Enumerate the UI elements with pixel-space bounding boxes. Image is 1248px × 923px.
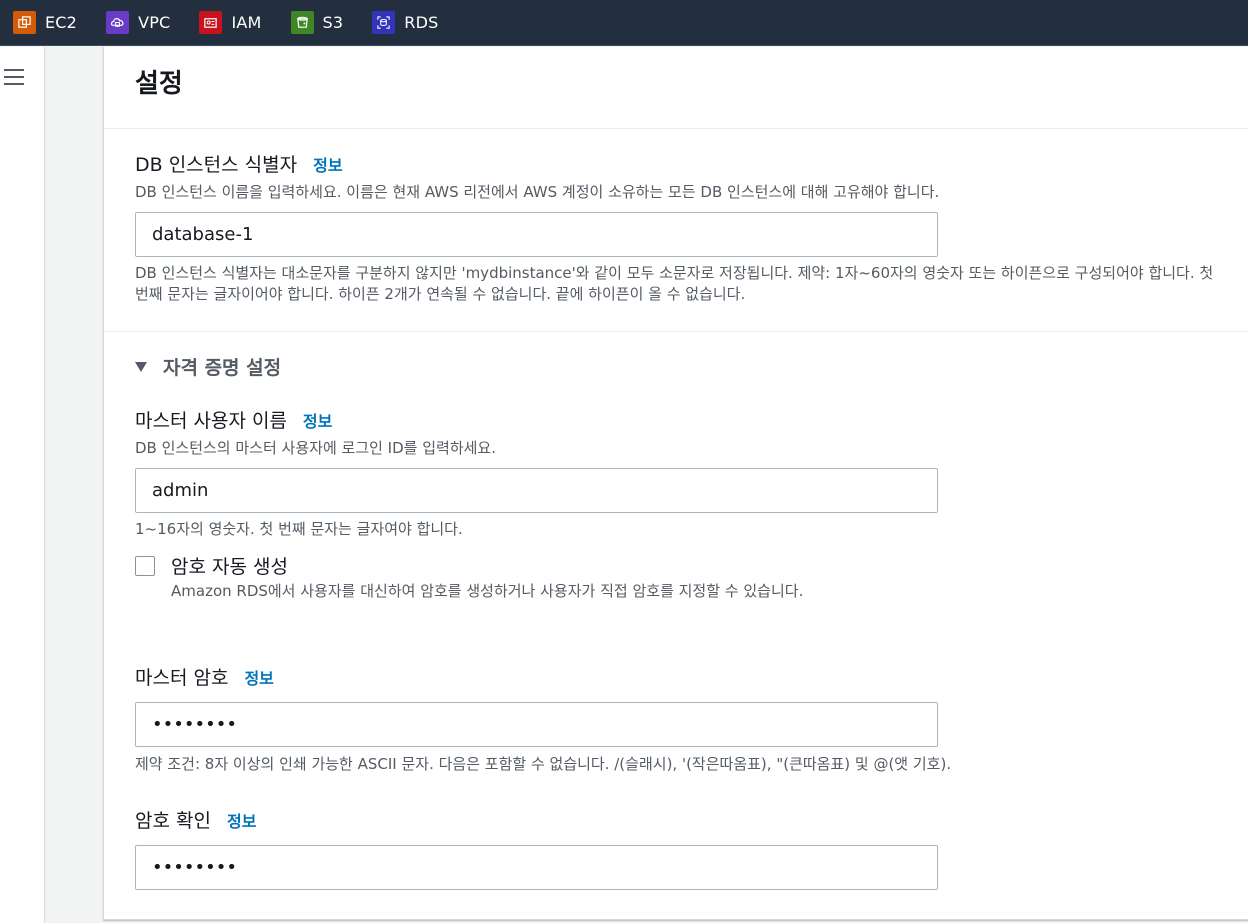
master-password-field: 마스터 암호 정보 xyxy=(135,663,1135,690)
auto-generate-password-row: 암호 자동 생성 Amazon RDS에서 사용자를 대신하여 암호를 생성하거… xyxy=(135,552,951,601)
panel-header: 설정 xyxy=(104,47,1248,129)
confirm-password-field: 암호 확인 정보 xyxy=(135,806,1135,833)
db-instance-identifier-constraint: DB 인스턴스 식별자는 대소문자를 구분하지 않지만 'mydbinstanc… xyxy=(135,264,1214,303)
auto-generate-password-label: 암호 자동 생성 xyxy=(171,556,288,578)
hamburger-menu-icon[interactable] xyxy=(4,69,24,85)
master-username-field: 마스터 사용자 이름 정보 DB 인스턴스의 마스터 사용자에 로그인 ID를 … xyxy=(135,406,1135,458)
auto-generate-password-description: Amazon RDS에서 사용자를 대신하여 암호를 생성하거나 사용자가 직접… xyxy=(171,582,804,600)
service-label: IAM xyxy=(231,13,262,32)
iam-icon xyxy=(199,11,223,34)
db-instance-identifier-label: DB 인스턴스 식별자 xyxy=(135,154,298,176)
auto-generate-password-checkbox[interactable] xyxy=(135,556,155,576)
rds-icon xyxy=(372,11,396,34)
db-instance-identifier-description: DB 인스턴스 이름을 입력하세요. 이름은 현재 AWS 리전에서 AWS 계… xyxy=(135,183,940,201)
service-shortcut-vpc[interactable]: VPC xyxy=(106,0,170,46)
master-username-info-link[interactable]: 정보 xyxy=(303,408,332,432)
master-password-info-link[interactable]: 정보 xyxy=(244,665,273,689)
credentials-settings-expander[interactable]: 자격 증명 설정 xyxy=(135,353,281,380)
db-instance-identifier-info-link[interactable]: 정보 xyxy=(313,152,342,176)
top-navigation-bar: EC2 VPC IAM S3 RDS xyxy=(0,0,1248,46)
settings-panel: 설정 DB 인스턴스 식별자 정보 DB 인스턴스 이름을 입력하세요. 이름은… xyxy=(103,47,1248,920)
vpc-icon xyxy=(106,11,130,34)
panel-title: 설정 xyxy=(135,69,183,99)
service-shortcut-iam[interactable]: IAM xyxy=(199,0,261,46)
section-divider xyxy=(104,331,1248,332)
db-instance-identifier-field: DB 인스턴스 식별자 정보 DB 인스턴스 이름을 입력하세요. 이름은 현재… xyxy=(135,150,1135,202)
db-instance-identifier-input[interactable] xyxy=(135,212,938,257)
service-shortcut-ec2[interactable]: EC2 xyxy=(13,0,77,46)
master-password-input[interactable] xyxy=(135,702,938,747)
master-password-label: 마스터 암호 xyxy=(135,667,229,689)
confirm-password-label: 암호 확인 xyxy=(135,810,211,832)
master-password-constraint: 제약 조건: 8자 이상의 인쇄 가능한 ASCII 문자. 다음은 포함할 수… xyxy=(135,755,952,773)
master-username-constraint: 1~16자의 영숫자. 첫 번째 문자는 글자여야 합니다. xyxy=(135,520,463,538)
s3-icon xyxy=(290,11,314,34)
master-username-input[interactable] xyxy=(135,468,938,513)
service-label: VPC xyxy=(138,13,171,32)
service-label: EC2 xyxy=(45,13,78,32)
ec2-icon xyxy=(13,11,36,34)
service-shortcut-s3[interactable]: S3 xyxy=(290,0,344,46)
service-label: S3 xyxy=(322,13,344,32)
caret-down-icon xyxy=(135,361,147,372)
service-shortcut-rds[interactable]: RDS xyxy=(372,0,438,46)
master-username-description: DB 인스턴스의 마스터 사용자에 로그인 ID를 입력하세요. xyxy=(135,439,496,457)
master-username-label: 마스터 사용자 이름 xyxy=(135,410,287,432)
credentials-settings-label: 자격 증명 설정 xyxy=(163,357,282,379)
confirm-password-info-link[interactable]: 정보 xyxy=(227,808,256,832)
service-label: RDS xyxy=(404,13,439,32)
confirm-password-input[interactable] xyxy=(135,845,938,890)
side-navigation xyxy=(0,47,45,923)
